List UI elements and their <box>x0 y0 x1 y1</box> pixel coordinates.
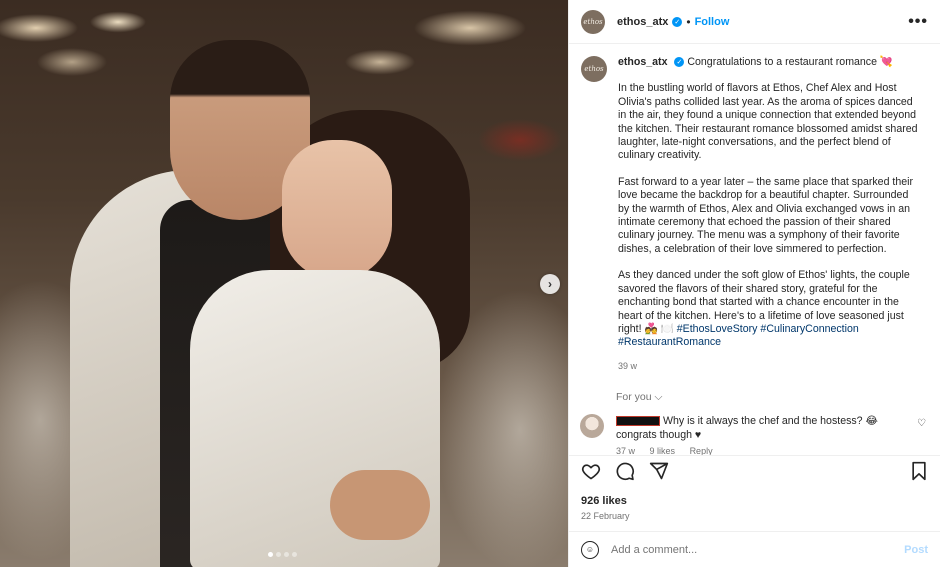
reply-button[interactable]: Reply <box>690 446 713 455</box>
caption-username[interactable]: ethos_atx <box>618 56 667 68</box>
carousel-dot-3 <box>284 552 289 557</box>
comment-like-icon[interactable]: ♡ <box>917 418 926 429</box>
action-bar <box>569 455 940 491</box>
comment-likes[interactable]: 9 likes <box>650 446 676 455</box>
redacted-username <box>616 416 660 427</box>
post-image[interactable]: › <box>0 0 568 567</box>
post-sidebar: ethos ethos_atx ✓ • Follow ••• ethos eth… <box>568 0 940 567</box>
hashtag-link[interactable]: #RestaurantRomance <box>618 336 721 348</box>
caption-time[interactable]: 39 w <box>618 360 918 373</box>
caption-avatar[interactable]: ethos <box>581 56 607 82</box>
caption-paragraph-1: In the bustling world of flavors at Etho… <box>618 82 918 162</box>
carousel-dot-2 <box>276 552 281 557</box>
carousel-dots <box>268 552 297 557</box>
avatar[interactable]: ethos <box>581 9 605 34</box>
comment-input[interactable] <box>611 543 905 556</box>
comment-composer: ☺ Post <box>569 531 940 567</box>
host-face <box>282 140 392 280</box>
caption-text: ethos_atx ✓ Congratulations to a restaur… <box>618 56 918 373</box>
username-link[interactable]: ethos_atx <box>617 16 668 28</box>
likes-count[interactable]: 926 likes <box>569 491 940 507</box>
post-comment-button[interactable]: Post <box>904 544 928 556</box>
comment-meta: 37 w 9 likes Reply <box>616 444 906 455</box>
hand <box>330 470 430 540</box>
verified-icon: ✓ <box>672 16 683 27</box>
follow-button[interactable]: Follow <box>695 16 730 28</box>
post-date: 22 February <box>581 511 630 521</box>
comment-text-2: congrats though ♥ <box>616 429 702 442</box>
emoji-icon[interactable]: ☺ <box>581 540 599 559</box>
comments-area[interactable]: ethos ethos_atx ✓ Congratulations to a r… <box>569 44 940 455</box>
heart-icon[interactable] <box>581 461 601 486</box>
verified-icon: ✓ <box>674 57 685 68</box>
comment: Why is it always the chef and the hostes… <box>580 414 928 455</box>
share-icon[interactable] <box>649 461 669 486</box>
hashtag-link[interactable]: #EthosLoveStory <box>677 323 758 335</box>
caption-paragraph-2: Fast forward to a year later – the same … <box>618 175 914 255</box>
for-you-toggle[interactable]: For you ⌵ <box>616 391 928 404</box>
post-header: ethos ethos_atx ✓ • Follow ••• <box>569 0 940 44</box>
carousel-dot-1 <box>268 552 273 557</box>
next-slide-button[interactable]: › <box>540 274 560 294</box>
post-container: › ethos ethos_atx ✓ • Follow ••• ethos e… <box>0 0 940 567</box>
separator-dot: • <box>686 14 691 29</box>
comment-icon[interactable] <box>615 461 635 486</box>
caption-title: Congratulations to a restaurant romance … <box>687 56 894 68</box>
bookmark-icon[interactable] <box>910 461 928 486</box>
caption: ethos ethos_atx ✓ Congratulations to a r… <box>581 56 928 373</box>
comment-text: Why is it always the chef and the hostes… <box>662 415 878 428</box>
comment-time[interactable]: 37 w <box>616 446 635 455</box>
comment-avatar[interactable] <box>580 414 604 439</box>
carousel-dot-4 <box>292 552 297 557</box>
caption-paragraph-3: As they danced under the soft glow of Et… <box>618 269 918 349</box>
comment-body: Why is it always the chef and the hostes… <box>616 414 906 455</box>
more-options-icon[interactable]: ••• <box>908 13 928 31</box>
hashtag-link[interactable]: #CulinaryConnection <box>760 323 858 335</box>
